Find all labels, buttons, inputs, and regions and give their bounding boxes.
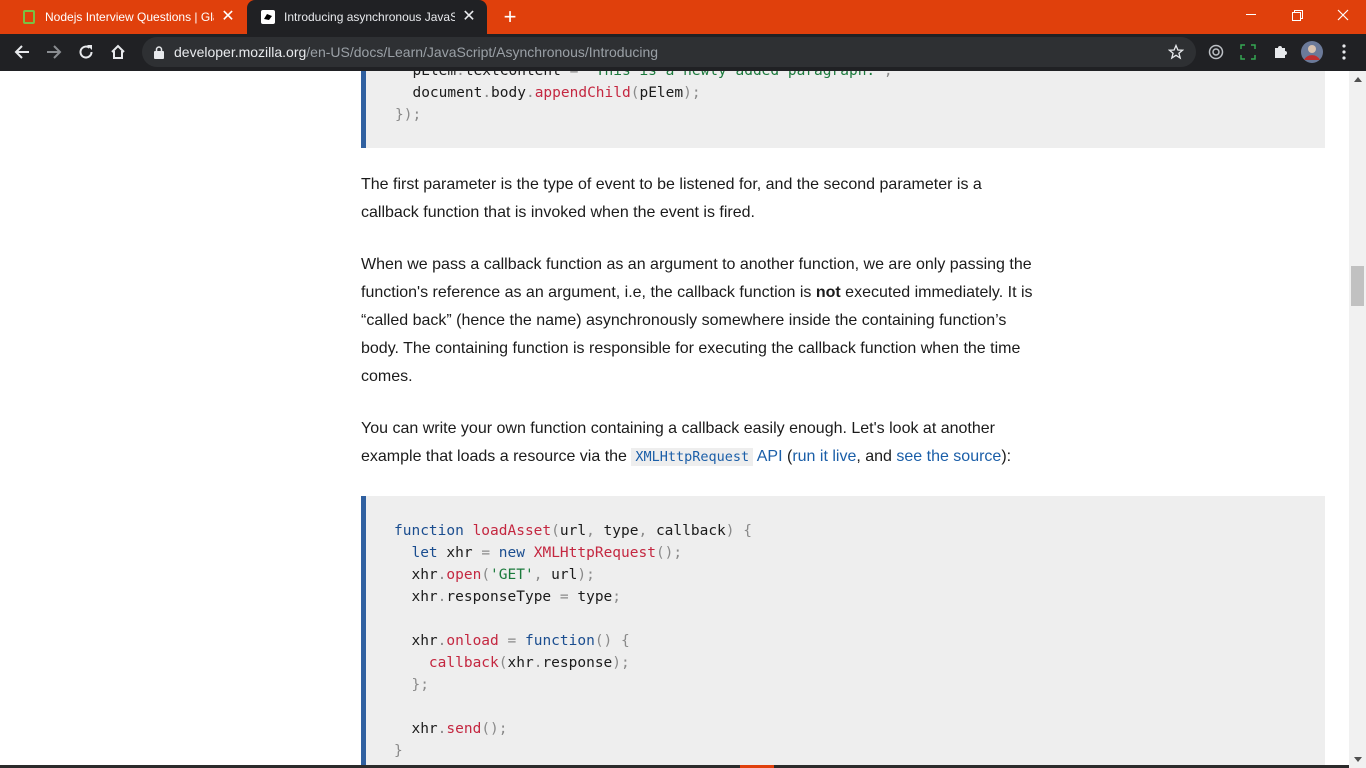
menu-kebab-icon[interactable] — [1330, 38, 1358, 66]
lock-icon[interactable] — [153, 45, 165, 59]
forward-arrow-icon[interactable] — [40, 38, 68, 66]
code-line: function loadAsset(url, type, callback) … — [394, 523, 752, 539]
home-icon[interactable] — [104, 38, 132, 66]
bold-not: not — [815, 284, 841, 301]
profile-avatar-icon[interactable] — [1298, 38, 1326, 66]
glassdoor-icon — [22, 10, 36, 24]
page-scrollbar[interactable] — [1349, 71, 1366, 768]
code-line: } — [394, 743, 403, 759]
run-it-live-link[interactable]: run it live — [792, 448, 856, 465]
api-link-text: API — [756, 448, 783, 465]
xmlhttprequest-code: XMLHttpRequest — [631, 448, 754, 466]
text: , and — [856, 448, 897, 465]
paragraph-own-callback: You can write your own function containi… — [361, 415, 1041, 471]
code-line: let xhr = new XMLHttpRequest(); — [411, 545, 683, 561]
browser-toolbar: developer.mozilla.org/en-US/docs/Learn/J… — [0, 34, 1366, 71]
close-tab-icon[interactable]: ✕ — [459, 7, 479, 27]
scrollbar-thumb[interactable] — [1351, 266, 1364, 306]
close-tab-icon[interactable]: ✕ — [218, 7, 238, 27]
text: ( — [782, 448, 793, 465]
text: ): — [1001, 448, 1012, 465]
paragraph-event-params: The first parameter is the type of event… — [361, 176, 982, 221]
code-block-load-asset: function loadAsset(url, type, callback) … — [361, 496, 1325, 768]
scroll-up-arrow-icon[interactable] — [1349, 71, 1366, 88]
new-tab-plus-icon[interactable]: + — [498, 5, 522, 29]
code-block-event-listener: pElem.textContent = 'This is a newly add… — [361, 71, 1325, 148]
code-line: xhr.responseType = type; — [394, 589, 622, 605]
tab-nodejs-interview[interactable]: Nodejs Interview Questions | Gla ✕ — [8, 0, 246, 34]
code-line: }; — [411, 677, 429, 693]
address-bar[interactable]: developer.mozilla.org/en-US/docs/Learn/J… — [142, 37, 1196, 67]
tab-title: Introducing asynchronous JavaSc — [284, 10, 455, 24]
code-line: xhr.send(); — [394, 721, 508, 737]
close-window-icon[interactable] — [1320, 0, 1366, 30]
extension-target-icon[interactable] — [1202, 38, 1230, 66]
back-arrow-icon[interactable] — [8, 38, 36, 66]
page-content: pElem.textContent = 'This is a newly add… — [0, 71, 1349, 768]
mdn-icon — [261, 10, 275, 24]
code-line: }); — [395, 107, 422, 123]
screenshot-extension-icon[interactable] — [1234, 38, 1262, 66]
code-line: xhr.open('GET', url); — [394, 567, 595, 583]
url-text: developer.mozilla.org/en-US/docs/Learn/J… — [174, 44, 658, 60]
scroll-down-arrow-icon[interactable] — [1349, 751, 1366, 768]
tab-title: Nodejs Interview Questions | Gla — [45, 10, 214, 24]
restore-icon[interactable] — [1274, 0, 1320, 30]
code-line: callback(xhr.response); — [428, 655, 630, 671]
extensions-puzzle-icon[interactable] — [1266, 38, 1294, 66]
tab-strip: Nodejs Interview Questions | Gla ✕ Intro… — [0, 0, 1366, 34]
code-snippet: function loadAsset(url, type, callback) … — [394, 520, 752, 762]
url-host: developer.mozilla.org — [174, 44, 307, 60]
minimize-icon[interactable] — [1228, 0, 1274, 30]
code-snippet: pElem.textContent = 'This is a newly add… — [395, 71, 893, 126]
reload-icon[interactable] — [72, 38, 100, 66]
see-the-source-link[interactable]: see the source — [896, 448, 1001, 465]
tab-introducing-async[interactable]: Introducing asynchronous JavaSc ✕ — [247, 0, 487, 34]
paragraph-callback-explanation: When we pass a callback function as an a… — [361, 251, 1041, 391]
bookmark-star-icon[interactable] — [1166, 42, 1186, 62]
code-line: xhr.onload = function() { — [394, 633, 630, 649]
code-line: pElem.textContent = 'This is a newly add… — [395, 71, 893, 79]
xmlhttprequest-link[interactable]: XMLHttpRequest API — [631, 448, 783, 466]
code-line: document.body.appendChild(pElem); — [395, 85, 701, 101]
url-path: /en-US/docs/Learn/JavaScript/Asynchronou… — [306, 44, 659, 60]
